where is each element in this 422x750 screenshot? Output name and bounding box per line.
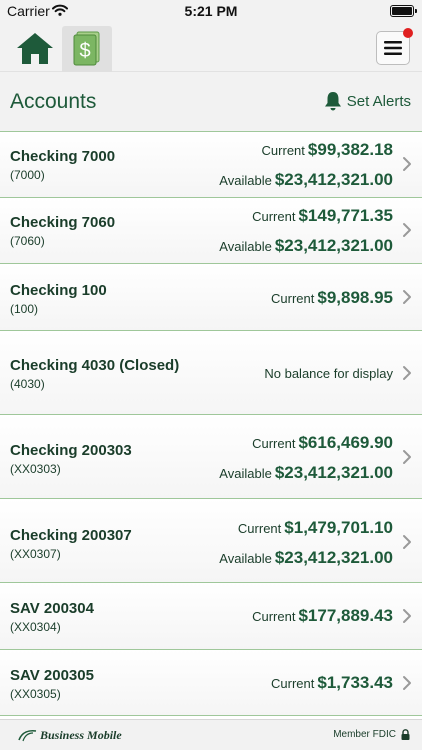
account-name: SAV 200305 bbox=[10, 667, 94, 684]
available-balance: Available $23,412,321.00 bbox=[219, 548, 393, 567]
account-name: SAV 200304 bbox=[10, 600, 94, 617]
menu-button[interactable] bbox=[376, 28, 413, 65]
svg-text:$: $ bbox=[79, 40, 90, 62]
account-number: (7000) bbox=[10, 168, 45, 182]
brand-name: Business Mobile bbox=[40, 728, 122, 742]
money-icon: $ bbox=[73, 31, 100, 66]
account-number: (XX0304) bbox=[10, 620, 61, 634]
home-icon bbox=[17, 33, 53, 64]
account-row[interactable]: Checking 4030 (Closed) (4030) No balance… bbox=[0, 331, 422, 415]
chevron-right-icon bbox=[403, 157, 411, 171]
account-row[interactable]: SAV 200305 (XX0305) Current $1,733.43 bbox=[0, 650, 422, 716]
accounts-header: Accounts Set Alerts bbox=[0, 72, 422, 132]
available-balance: Available $23,412,321.00 bbox=[219, 170, 393, 189]
fdic-label: Member FDIC bbox=[333, 729, 396, 740]
account-number: (XX0305) bbox=[10, 687, 61, 701]
status-bar: Carrier 5:21 PM bbox=[0, 0, 422, 22]
clock: 5:21 PM bbox=[184, 3, 238, 19]
account-row[interactable]: Checking 200303 (XX0303) Current $616,46… bbox=[0, 415, 422, 499]
chevron-right-icon bbox=[403, 535, 411, 549]
lock-icon bbox=[401, 729, 410, 740]
bank-logo-icon bbox=[18, 729, 37, 741]
current-balance: Current $1,479,701.10 bbox=[237, 518, 393, 537]
chevron-right-icon bbox=[403, 450, 411, 464]
account-name: Checking 200307 bbox=[10, 527, 132, 544]
account-number: (100) bbox=[10, 302, 39, 316]
account-name: Checking 4030 (Closed) bbox=[10, 357, 180, 374]
battery-icon bbox=[390, 5, 417, 17]
chevron-right-icon bbox=[403, 290, 411, 304]
current-balance: Current $1,733.43 bbox=[271, 673, 393, 692]
chevron-right-icon bbox=[403, 609, 411, 623]
current-balance: Current $99,382.18 bbox=[261, 140, 393, 159]
available-balance: Available $23,412,321.00 bbox=[219, 236, 393, 255]
account-row[interactable]: Checking 200307 (XX0307) Current $1,479,… bbox=[0, 499, 422, 583]
account-number: (XX0303) bbox=[10, 462, 61, 476]
account-name: Checking 7000 bbox=[10, 148, 116, 165]
home-button[interactable] bbox=[10, 26, 60, 70]
account-number: (4030) bbox=[10, 377, 45, 391]
chevron-right-icon bbox=[403, 223, 411, 237]
current-balance: Current $149,771.35 bbox=[252, 206, 393, 225]
account-row[interactable]: Checking 7060 (7060) Current $149,771.35… bbox=[0, 198, 422, 264]
footer: Business Mobile Member FDIC bbox=[0, 719, 422, 750]
available-balance: Available $23,412,321.00 bbox=[219, 463, 393, 482]
account-row[interactable]: Checking 100 (100) Current $9,898.95 bbox=[0, 264, 422, 331]
account-number: (XX0307) bbox=[10, 547, 61, 561]
no-balance-message: No balance for display bbox=[264, 366, 393, 381]
accounts-tab[interactable]: $ bbox=[62, 26, 112, 72]
chevron-right-icon bbox=[403, 676, 411, 690]
current-balance: Current $9,898.95 bbox=[271, 288, 393, 307]
account-number: (7060) bbox=[10, 234, 45, 248]
account-name: Checking 7060 bbox=[10, 214, 116, 231]
account-row[interactable]: SAV 200304 (XX0304) Current $177,889.43 bbox=[0, 583, 422, 650]
bell-icon bbox=[324, 92, 341, 111]
current-balance: Current $616,469.90 bbox=[252, 433, 393, 452]
brand-logo: Business Mobile bbox=[17, 728, 122, 743]
set-alerts-label: Set Alerts bbox=[346, 92, 411, 110]
chevron-right-icon bbox=[403, 366, 411, 380]
account-name: Checking 100 bbox=[10, 282, 107, 299]
current-balance: Current $177,889.43 bbox=[252, 606, 393, 625]
account-list: Checking 7000 (7000) Current $99,382.18 … bbox=[0, 132, 422, 716]
notification-badge bbox=[403, 28, 413, 38]
page-title: Accounts bbox=[10, 90, 97, 113]
fdic-notice: Member FDIC bbox=[333, 729, 410, 740]
set-alerts-button[interactable]: Set Alerts bbox=[324, 91, 411, 111]
hamburger-icon bbox=[384, 41, 402, 55]
account-row[interactable]: Checking 7000 (7000) Current $99,382.18 … bbox=[0, 132, 422, 198]
nav-bar: $ bbox=[0, 22, 422, 72]
account-name: Checking 200303 bbox=[10, 442, 132, 459]
